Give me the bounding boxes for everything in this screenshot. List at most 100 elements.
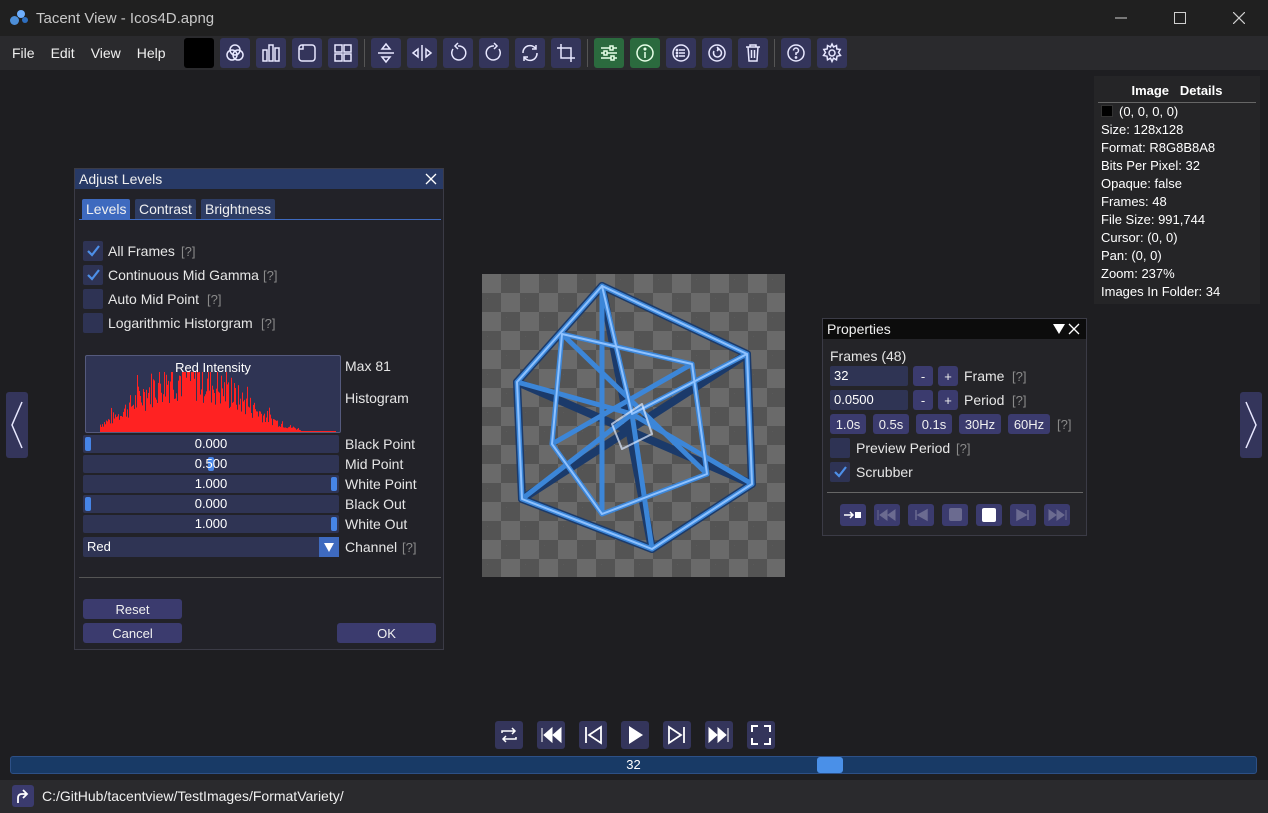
channel-filter-button[interactable] <box>219 38 250 68</box>
preset-30hz-button[interactable]: 30Hz <box>959 414 1001 434</box>
close-icon[interactable] <box>423 171 439 187</box>
cancel-button[interactable]: Cancel <box>83 623 182 643</box>
tab-contrast[interactable]: Contrast <box>135 199 196 219</box>
previous-image-button[interactable] <box>6 392 28 458</box>
stop-button[interactable] <box>942 504 968 526</box>
play-button[interactable] <box>621 721 649 749</box>
collapse-triangle-icon[interactable] <box>1052 322 1066 336</box>
image-details-button[interactable] <box>629 38 660 68</box>
fullscreen-button[interactable] <box>747 721 775 749</box>
preset-60hz-button[interactable]: 60Hz <box>1008 414 1050 434</box>
logarithmic-histogram-checkbox[interactable] <box>83 313 103 333</box>
auto-mid-point-hint[interactable]: [?] <box>207 292 221 307</box>
preview-period-hint[interactable]: [?] <box>956 441 970 456</box>
adjust-levels-title[interactable]: Adjust Levels <box>75 169 443 189</box>
preset-0-1s-button[interactable]: 0.1s <box>916 414 952 434</box>
period-increment-button[interactable]: + <box>938 390 958 410</box>
period-decrement-button[interactable]: - <box>913 390 933 410</box>
preset-1s-button[interactable]: 1.0s <box>830 414 866 434</box>
tile-icon <box>297 44 316 62</box>
refresh-button[interactable] <box>701 38 732 68</box>
adjust-levels-window: Adjust Levels Levels Contrast Brightness… <box>74 168 444 650</box>
frames-header: Frames (48) <box>830 348 907 364</box>
continuous-mid-gamma-hint[interactable]: [?] <box>263 268 277 283</box>
histogram-max-label: Max 81 <box>345 358 391 374</box>
previous-frame-button[interactable] <box>579 721 607 749</box>
histogram-plot[interactable]: Red Intensity <box>85 355 341 433</box>
black-point-slider[interactable]: 0.000 <box>83 435 339 453</box>
all-frames-checkbox[interactable] <box>83 241 103 261</box>
auto-mid-point-checkbox[interactable] <box>83 289 103 309</box>
skip-start-button[interactable] <box>874 504 900 526</box>
image-canvas[interactable] <box>482 274 785 577</box>
toolbar-separator <box>363 39 365 67</box>
minimize-button[interactable] <box>1091 0 1150 36</box>
rotate-cw-button[interactable] <box>478 38 509 68</box>
menu-view[interactable]: View <box>83 45 129 61</box>
skip-to-end-button[interactable] <box>705 721 733 749</box>
white-out-slider[interactable]: 1.000 <box>83 515 339 533</box>
help-button[interactable] <box>780 38 811 68</box>
meta-data-button[interactable] <box>665 38 696 68</box>
channel-dropdown-arrow[interactable] <box>319 537 339 557</box>
rotate-any-button[interactable] <box>514 38 545 68</box>
content-view-button[interactable] <box>255 38 286 68</box>
mid-point-slider[interactable]: 0.500 <box>83 455 339 473</box>
pause-button[interactable] <box>976 504 1002 526</box>
all-frames-hint[interactable]: [?] <box>181 244 195 259</box>
step-back-button[interactable] <box>908 504 934 526</box>
channel-select[interactable]: Red <box>83 537 339 557</box>
tab-levels[interactable]: Levels <box>82 199 131 219</box>
menu-edit[interactable]: Edit <box>43 45 83 61</box>
loop-button[interactable] <box>495 721 523 749</box>
next-image-button[interactable] <box>1240 392 1262 458</box>
period-input[interactable]: 0.0500 <box>830 390 908 410</box>
skip-end-button[interactable] <box>1044 504 1070 526</box>
white-point-label: White Point <box>345 476 417 492</box>
skip-to-start-button[interactable] <box>537 721 565 749</box>
close-icon[interactable] <box>1066 321 1082 337</box>
scrubber-checkbox[interactable] <box>830 462 850 482</box>
crop-button[interactable] <box>550 38 581 68</box>
continuous-mid-gamma-checkbox[interactable] <box>83 265 103 285</box>
preset-0-5s-button[interactable]: 0.5s <box>873 414 909 434</box>
skip-forward-icon <box>1048 509 1067 521</box>
delete-button[interactable] <box>737 38 768 68</box>
period-hint[interactable]: [?] <box>1012 393 1026 408</box>
reset-button[interactable]: Reset <box>83 599 182 619</box>
channel-hint[interactable]: [?] <box>402 540 416 555</box>
frame-scrubber[interactable]: 32 <box>10 756 1257 774</box>
menu-help[interactable]: Help <box>129 45 174 61</box>
properties-title[interactable]: Properties <box>823 319 1086 339</box>
loop-once-button[interactable] <box>840 504 866 526</box>
preview-period-checkbox[interactable] <box>830 438 850 458</box>
frame-increment-button[interactable]: + <box>938 366 958 386</box>
rotate-ccw-button[interactable] <box>442 38 473 68</box>
frame-input[interactable]: 32 <box>830 366 908 386</box>
tab-brightness[interactable]: Brightness <box>201 199 276 219</box>
adjust-levels-button[interactable] <box>593 38 624 68</box>
maximize-button[interactable] <box>1150 0 1209 36</box>
presets-hint[interactable]: [?] <box>1057 417 1071 432</box>
frame-hint[interactable]: [?] <box>1012 369 1026 384</box>
background-color-button[interactable] <box>183 38 214 68</box>
parent-folder-button[interactable] <box>12 785 34 807</box>
details-header: Image Details <box>1131 83 1223 98</box>
logarithmic-histogram-hint[interactable]: [?] <box>261 316 275 331</box>
frame-decrement-button[interactable]: - <box>913 366 933 386</box>
next-frame-button[interactable] <box>663 721 691 749</box>
tile-button[interactable] <box>291 38 322 68</box>
ok-button[interactable]: OK <box>337 623 436 643</box>
black-out-slider[interactable]: 0.000 <box>83 495 339 513</box>
rotate-cw-icon <box>485 42 501 61</box>
menu-file[interactable]: File <box>4 45 43 61</box>
detail-row: Cursor: (0, 0) <box>1101 230 1178 245</box>
detail-row: Bits Per Pixel: 32 <box>1101 158 1200 173</box>
close-window-button[interactable] <box>1209 0 1268 36</box>
flip-horizontal-button[interactable] <box>406 38 437 68</box>
step-forward-button[interactable] <box>1010 504 1036 526</box>
settings-button[interactable] <box>816 38 847 68</box>
white-point-slider[interactable]: 1.000 <box>83 475 339 493</box>
flip-vertical-button[interactable] <box>370 38 401 68</box>
thumbnail-grid-button[interactable] <box>327 38 358 68</box>
